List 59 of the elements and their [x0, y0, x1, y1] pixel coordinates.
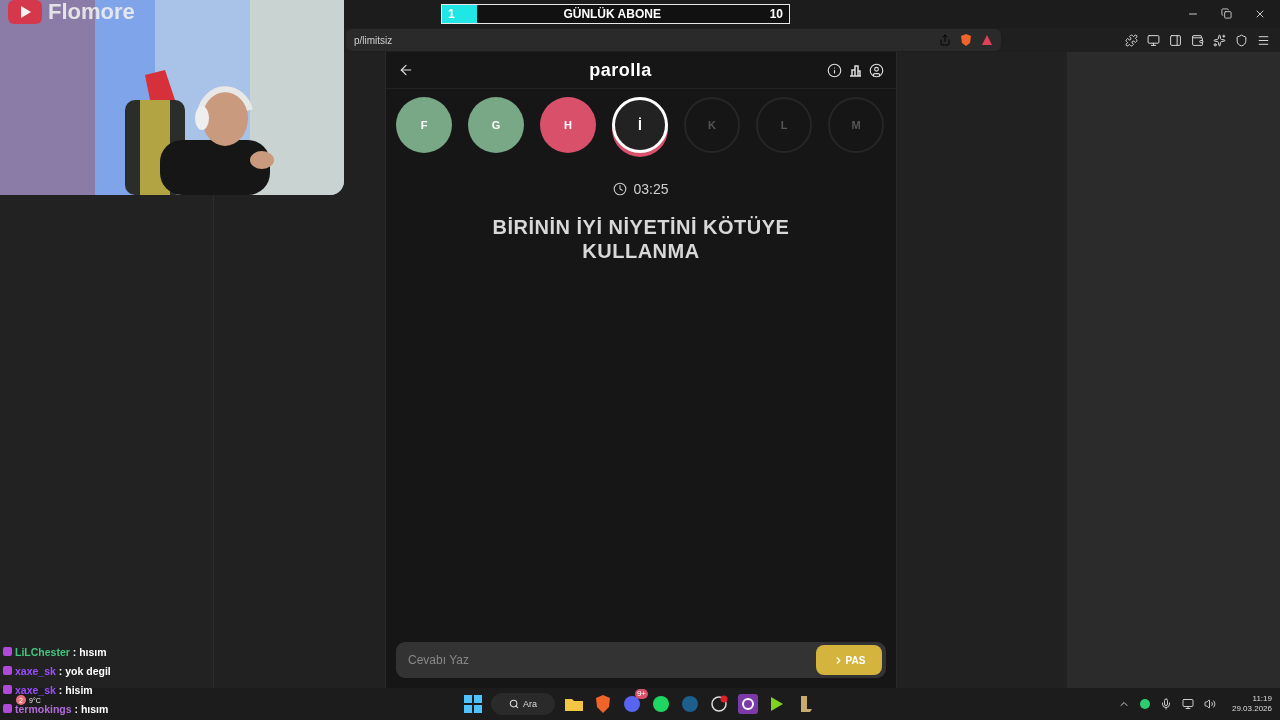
sidebar-icon[interactable] — [1169, 33, 1182, 47]
clock-date: 29.03.2026 — [1231, 704, 1272, 714]
game-app-icon[interactable] — [799, 695, 813, 713]
letter-circle: G — [468, 97, 524, 153]
microphone-icon[interactable] — [1159, 698, 1172, 710]
clock-icon — [613, 182, 628, 196]
user-icon[interactable] — [869, 62, 884, 78]
close-icon[interactable] — [1254, 8, 1266, 20]
badge-icon — [3, 704, 12, 713]
restore-icon[interactable] — [1221, 8, 1232, 19]
letter-circle: F — [396, 97, 452, 153]
game-store-icon[interactable] — [681, 695, 699, 713]
shield-outline-icon[interactable] — [1235, 33, 1248, 47]
chat-app-icon[interactable] — [623, 695, 641, 713]
menu-icon[interactable] — [1257, 33, 1270, 47]
clock-time: 11:19 — [1252, 694, 1272, 704]
shield-app-icon[interactable] — [595, 695, 611, 713]
badge-icon — [3, 647, 12, 656]
goal-label: GÜNLÜK ABONE — [562, 7, 662, 21]
badge-icon — [3, 685, 12, 694]
search-icon — [509, 699, 519, 709]
windows-logo-icon[interactable] — [464, 695, 482, 713]
address-text: p/limitsiz — [354, 34, 394, 46]
chat-message: LiLChester : hısım — [15, 645, 107, 658]
timer: 03:25 — [633, 181, 669, 197]
search-button[interactable]: Ara — [491, 693, 555, 715]
extensions-icon[interactable] — [1125, 33, 1138, 47]
badge-icon — [3, 666, 12, 675]
address-field[interactable]: p/limitsiz — [346, 29, 1001, 51]
letter-circle: M — [828, 97, 884, 153]
folder-icon[interactable] — [565, 697, 583, 711]
letter-circle: L — [756, 97, 812, 153]
network-icon[interactable] — [1181, 698, 1194, 710]
music-app-icon[interactable] — [652, 695, 670, 713]
letter-circle: İ — [612, 97, 668, 153]
chat-message: xaxe_sk : yok degil — [15, 664, 111, 677]
goal-target: 10 — [768, 7, 784, 21]
record-app-icon[interactable] — [710, 695, 728, 713]
video-play-icon — [8, 0, 42, 24]
ring-app-icon[interactable] — [741, 697, 755, 711]
letter-circle: K — [684, 97, 740, 153]
sparkles-icon[interactable] — [1213, 33, 1226, 47]
play-app-icon[interactable] — [770, 696, 784, 712]
chat-message: xaxe_sk : hisim — [15, 683, 93, 696]
question-text: BİRİNİN İYİ NİYETİNİ KÖTÜYE KULLANMA — [491, 215, 791, 263]
triangle-icon[interactable] — [981, 34, 993, 46]
chat-message: termokings : hısım — [15, 702, 109, 715]
screen-icon[interactable] — [1147, 33, 1160, 47]
wallet-icon[interactable] — [1191, 33, 1204, 47]
bar-chart-icon[interactable] — [848, 62, 863, 78]
goal-current: 1 — [447, 7, 456, 21]
info-icon[interactable] — [827, 62, 842, 78]
letter-circle: H — [540, 97, 596, 153]
speaker-icon[interactable] — [1203, 698, 1216, 710]
game-title: parolla — [588, 59, 653, 81]
status-dot-icon[interactable] — [1139, 699, 1150, 709]
shield-icon[interactable] — [959, 33, 973, 47]
notification-badge: 9+ — [634, 689, 648, 699]
back-arrow-icon[interactable] — [398, 62, 414, 78]
